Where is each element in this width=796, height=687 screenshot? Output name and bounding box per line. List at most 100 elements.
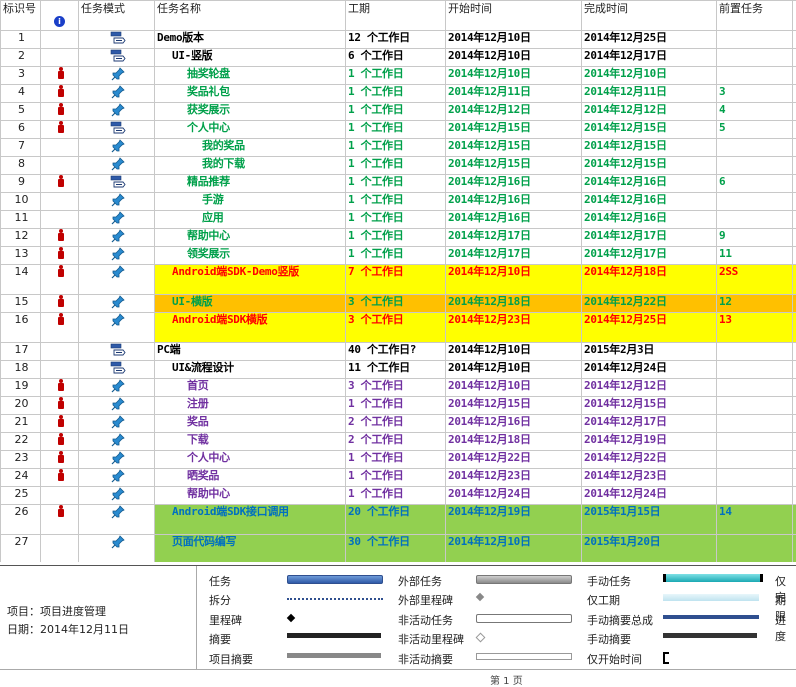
duration-cell[interactable]: 1 个工作日: [346, 139, 446, 157]
row-id-cell[interactable]: 22: [1, 433, 41, 451]
predecessor-cell[interactable]: [717, 415, 793, 433]
row-id-cell[interactable]: 18: [1, 361, 41, 379]
duration-cell[interactable]: 1 个工作日: [346, 85, 446, 103]
task-name-cell[interactable]: UI-竖版: [155, 49, 346, 67]
row-id-cell[interactable]: 1: [1, 31, 41, 49]
duration-cell[interactable]: 6 个工作日: [346, 49, 446, 67]
finish-date-cell[interactable]: 2014年12月24日: [582, 361, 717, 379]
duration-cell[interactable]: 1 个工作日: [346, 247, 446, 265]
predecessor-cell[interactable]: [717, 31, 793, 49]
finish-date-cell[interactable]: 2014年12月22日: [582, 451, 717, 469]
task-row[interactable]: 26Android端SDK接口调用20 个工作日2014年12月19日2015年…: [1, 505, 796, 535]
predecessor-cell[interactable]: [717, 361, 793, 379]
start-date-cell[interactable]: 2014年12月10日: [446, 535, 582, 563]
start-date-cell[interactable]: 2014年12月11日: [446, 85, 582, 103]
task-mode-cell[interactable]: [79, 397, 155, 415]
finish-date-cell[interactable]: 2014年12月17日: [582, 247, 717, 265]
task-row[interactable]: 19首页3 个工作日2014年12月10日2014年12月12日: [1, 379, 796, 397]
task-row[interactable]: 24晒奖品1 个工作日2014年12月23日2014年12月23日: [1, 469, 796, 487]
task-row[interactable]: 2UI-竖版6 个工作日2014年12月10日2014年12月17日: [1, 49, 796, 67]
duration-cell[interactable]: 40 个工作日?: [346, 343, 446, 361]
row-id-cell[interactable]: 5: [1, 103, 41, 121]
start-date-cell[interactable]: 2014年12月16日: [446, 211, 582, 229]
task-name-cell[interactable]: 我的下载: [155, 157, 346, 175]
task-row[interactable]: 4奖品礼包1 个工作日2014年12月11日2014年12月11日3: [1, 85, 796, 103]
predecessor-cell[interactable]: [717, 157, 793, 175]
start-date-cell[interactable]: 2014年12月15日: [446, 157, 582, 175]
finish-date-cell[interactable]: 2015年1月15日: [582, 505, 717, 535]
task-name-cell[interactable]: 抽奖轮盘: [155, 67, 346, 85]
task-row[interactable]: 17PC端40 个工作日?2014年12月10日2015年2月3日: [1, 343, 796, 361]
finish-date-cell[interactable]: 2014年12月18日: [582, 265, 717, 295]
task-name-cell[interactable]: Android端SDK-Demo竖版: [155, 265, 346, 295]
col-header-mode[interactable]: 任务模式: [79, 1, 155, 31]
task-name-cell[interactable]: Android端SDK横版: [155, 313, 346, 343]
task-mode-cell[interactable]: [79, 85, 155, 103]
finish-date-cell[interactable]: 2015年2月3日: [582, 343, 717, 361]
task-name-cell[interactable]: 帮助中心: [155, 229, 346, 247]
finish-date-cell[interactable]: 2014年12月17日: [582, 415, 717, 433]
col-header-info[interactable]: i: [41, 1, 79, 31]
start-date-cell[interactable]: 2014年12月16日: [446, 193, 582, 211]
finish-date-cell[interactable]: 2014年12月10日: [582, 67, 717, 85]
finish-date-cell[interactable]: 2014年12月19日: [582, 433, 717, 451]
task-mode-cell[interactable]: [79, 49, 155, 67]
task-row[interactable]: 11应用1 个工作日2014年12月16日2014年12月16日: [1, 211, 796, 229]
task-mode-cell[interactable]: [79, 193, 155, 211]
start-date-cell[interactable]: 2014年12月22日: [446, 451, 582, 469]
task-row[interactable]: 27页面代码编写30 个工作日2014年12月10日2015年1月20日: [1, 535, 796, 563]
task-row[interactable]: 10手游1 个工作日2014年12月16日2014年12月16日: [1, 193, 796, 211]
task-name-cell[interactable]: 手游: [155, 193, 346, 211]
finish-date-cell[interactable]: 2014年12月15日: [582, 397, 717, 415]
start-date-cell[interactable]: 2014年12月10日: [446, 379, 582, 397]
row-id-cell[interactable]: 20: [1, 397, 41, 415]
finish-date-cell[interactable]: 2014年12月16日: [582, 175, 717, 193]
task-name-cell[interactable]: UI&流程设计: [155, 361, 346, 379]
col-header-pred[interactable]: 前置任务: [717, 1, 793, 31]
task-name-cell[interactable]: 页面代码编写: [155, 535, 346, 563]
task-mode-cell[interactable]: [79, 451, 155, 469]
row-id-cell[interactable]: 8: [1, 157, 41, 175]
predecessor-cell[interactable]: 3: [717, 85, 793, 103]
col-header-name[interactable]: 任务名称: [155, 1, 346, 31]
task-mode-cell[interactable]: [79, 121, 155, 139]
task-mode-cell[interactable]: [79, 103, 155, 121]
start-date-cell[interactable]: 2014年12月23日: [446, 469, 582, 487]
duration-cell[interactable]: 3 个工作日: [346, 295, 446, 313]
task-mode-cell[interactable]: [79, 265, 155, 295]
duration-cell[interactable]: 1 个工作日: [346, 211, 446, 229]
duration-cell[interactable]: 12 个工作日: [346, 31, 446, 49]
task-name-cell[interactable]: 下载: [155, 433, 346, 451]
task-row[interactable]: 8我的下载1 个工作日2014年12月15日2014年12月15日: [1, 157, 796, 175]
row-id-cell[interactable]: 15: [1, 295, 41, 313]
task-name-cell[interactable]: 帮助中心: [155, 487, 346, 505]
finish-date-cell[interactable]: 2014年12月15日: [582, 157, 717, 175]
row-id-cell[interactable]: 17: [1, 343, 41, 361]
predecessor-cell[interactable]: 5: [717, 121, 793, 139]
task-mode-cell[interactable]: [79, 469, 155, 487]
task-row[interactable]: 14Android端SDK-Demo竖版7 个工作日2014年12月10日201…: [1, 265, 796, 295]
task-row[interactable]: 1Demo版本12 个工作日2014年12月10日2014年12月25日: [1, 31, 796, 49]
row-id-cell[interactable]: 16: [1, 313, 41, 343]
col-header-finish[interactable]: 完成时间: [582, 1, 717, 31]
task-row[interactable]: 13领奖展示1 个工作日2014年12月17日2014年12月17日11: [1, 247, 796, 265]
row-id-cell[interactable]: 4: [1, 85, 41, 103]
start-date-cell[interactable]: 2014年12月12日: [446, 103, 582, 121]
task-mode-cell[interactable]: [79, 361, 155, 379]
task-row[interactable]: 21奖品2 个工作日2014年12月16日2014年12月17日: [1, 415, 796, 433]
start-date-cell[interactable]: 2014年12月10日: [446, 49, 582, 67]
predecessor-cell[interactable]: [717, 535, 793, 563]
start-date-cell[interactable]: 2014年12月10日: [446, 265, 582, 295]
task-name-cell[interactable]: UI-横版: [155, 295, 346, 313]
finish-date-cell[interactable]: 2014年12月22日: [582, 295, 717, 313]
duration-cell[interactable]: 1 个工作日: [346, 397, 446, 415]
predecessor-cell[interactable]: 12: [717, 295, 793, 313]
duration-cell[interactable]: 3 个工作日: [346, 313, 446, 343]
predecessor-cell[interactable]: [717, 193, 793, 211]
finish-date-cell[interactable]: 2014年12月25日: [582, 31, 717, 49]
task-mode-cell[interactable]: [79, 415, 155, 433]
start-date-cell[interactable]: 2014年12月17日: [446, 229, 582, 247]
col-header-id[interactable]: 标识号: [1, 1, 41, 31]
task-row[interactable]: 5获奖展示1 个工作日2014年12月12日2014年12月12日4: [1, 103, 796, 121]
start-date-cell[interactable]: 2014年12月16日: [446, 415, 582, 433]
